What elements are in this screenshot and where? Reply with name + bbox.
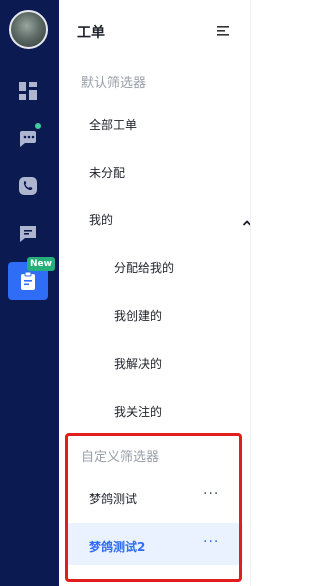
- new-badge: New: [27, 257, 55, 271]
- nav-rail: New: [0, 0, 59, 586]
- ticket-icon: [16, 269, 40, 293]
- custom-filter-item-label[interactable]: 梦鸽测试2: [89, 538, 145, 555]
- page-title: 工单: [77, 25, 105, 41]
- content-area-edge: [250, 0, 265, 586]
- filter-all-tickets[interactable]: 全部工单: [89, 116, 137, 133]
- dashboard-icon[interactable]: [16, 79, 40, 103]
- filter-resolved-by-me[interactable]: 我解决的: [114, 355, 162, 372]
- custom-filters-heading: 自定义筛选器: [81, 450, 160, 465]
- more-options-icon-active[interactable]: ···: [203, 534, 219, 550]
- more-options-icon[interactable]: ···: [203, 486, 219, 502]
- custom-filter-item[interactable]: 梦鸽测试: [89, 490, 137, 507]
- message-icon[interactable]: [16, 222, 40, 246]
- filter-panel: 工单 默认筛选器 全部工单 未分配 我的 分配给我的 我创建的 我解决的 我关注…: [59, 0, 252, 586]
- default-filters-heading: 默认筛选器: [81, 76, 147, 91]
- phone-icon[interactable]: [16, 174, 40, 198]
- filter-mine[interactable]: 我的: [89, 211, 113, 228]
- filter-unassigned[interactable]: 未分配: [89, 164, 125, 181]
- avatar[interactable]: [9, 10, 48, 49]
- notification-dot: [33, 121, 43, 131]
- filter-followed-by-me[interactable]: 我关注的: [114, 403, 162, 420]
- filter-created-by-me[interactable]: 我创建的: [114, 307, 162, 324]
- filter-assigned-to-me[interactable]: 分配给我的: [114, 259, 174, 276]
- collapse-menu-icon[interactable]: [215, 23, 231, 39]
